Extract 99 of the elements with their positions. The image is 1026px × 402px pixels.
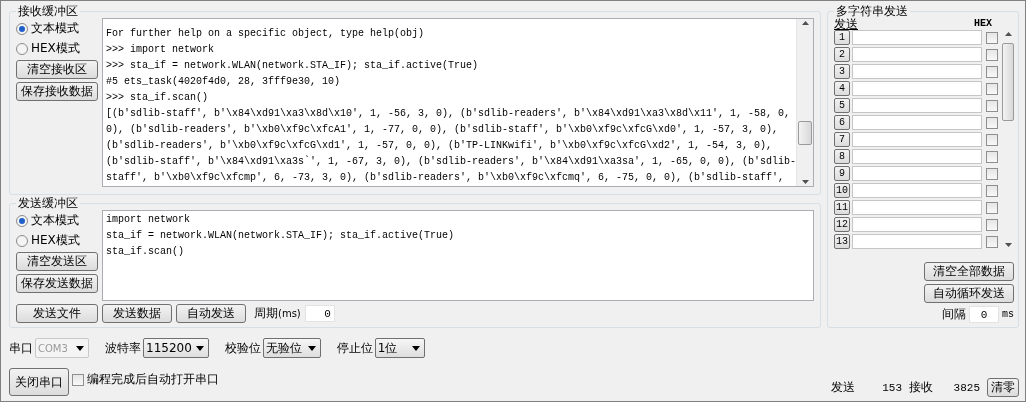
input-line: sta_if = network.WLAN(network.STA_IF); sta_if.active(True) <box>106 229 456 243</box>
scroll-up-icon[interactable] <box>1003 30 1013 39</box>
hex-checkbox[interactable] <box>986 184 998 197</box>
radio-option[interactable]: HEX模式 <box>16 40 98 57</box>
scrollbar-thumb[interactable] <box>1002 43 1014 121</box>
send-string-button[interactable]: 9 <box>834 166 850 181</box>
hex-checkbox[interactable] <box>986 235 998 248</box>
panel-button[interactable]: 清空全部数据 <box>924 262 1014 282</box>
string-field[interactable] <box>852 64 982 79</box>
setting-label: 波特率 <box>105 339 141 357</box>
string-field[interactable] <box>852 98 982 113</box>
send-string-button[interactable]: 12 <box>834 217 850 232</box>
panel-button[interactable]: 清空发送区 <box>16 252 98 271</box>
group-title: 多字符串发送 <box>835 5 909 18</box>
receive-text-area[interactable] <box>102 18 814 187</box>
send-string-button[interactable]: 11 <box>834 200 850 215</box>
send-string-button[interactable]: 6 <box>834 115 850 130</box>
hex-checkbox[interactable] <box>986 150 998 163</box>
string-field[interactable] <box>852 30 982 45</box>
output-line: #5 ets_task(4020f4d0, 28, 3fff9e30, 10) <box>106 75 342 89</box>
setting-dropdown[interactable]: 115200 <box>143 338 209 359</box>
hex-checkbox[interactable] <box>986 133 998 146</box>
send-string-button[interactable]: 5 <box>834 98 850 113</box>
output-line: >>> sta_if.scan() <box>106 91 210 105</box>
send-string-button[interactable]: 13 <box>834 234 850 249</box>
scroll-down-icon[interactable] <box>1003 240 1013 249</box>
clear-button[interactable]: 清零 <box>987 378 1019 397</box>
hex-checkbox[interactable] <box>986 201 998 214</box>
hex-checkbox[interactable] <box>986 82 998 95</box>
string-field[interactable] <box>852 166 982 181</box>
close-port-button[interactable]: 关闭串口 <box>9 368 69 397</box>
hex-checkbox[interactable] <box>986 167 998 180</box>
caret-icon <box>411 345 420 351</box>
hex-checkbox[interactable] <box>986 65 998 78</box>
output-line: >>> sta_if = network.WLAN(network.STA_IF); sta_if.active(True) <box>106 59 480 73</box>
send-string-button[interactable]: 3 <box>834 64 850 79</box>
column-header: 发送 <box>834 18 858 30</box>
action-button[interactable]: 发送文件 <box>16 304 98 324</box>
output-line: (b'sdlib-staff', b'\x84\xd91\xa3s`', 1, -67, 3, 0), (b'sdlib-readers', b'\x84\xd91\xa3sa', 1, -65, 0, 0), (b'sdlib- <box>106 154 794 169</box>
period-label: 周期(ms) <box>254 305 301 323</box>
column-header: HEX <box>974 18 992 30</box>
string-field[interactable] <box>852 132 982 147</box>
string-field[interactable] <box>852 200 982 215</box>
string-field[interactable] <box>852 234 982 249</box>
panel-button[interactable]: 自动循环发送 <box>924 284 1014 304</box>
caret-icon <box>195 345 204 351</box>
send-text-area[interactable]: import network sta_if = network.WLAN(network.STA_IF); sta_if.active(True) sta_if.scan() <box>102 210 814 302</box>
string-field[interactable] <box>852 81 982 96</box>
interval-label: 间隔 <box>942 306 966 324</box>
panel-button[interactable]: 清空接收区 <box>16 60 98 79</box>
hex-checkbox[interactable] <box>986 99 998 112</box>
setting-label: 串口 <box>9 339 33 357</box>
output-line: For further help on a specific object, type help(obj) <box>106 27 426 41</box>
setting-dropdown[interactable]: 无验位 <box>262 338 321 359</box>
send-string-button[interactable]: 8 <box>834 149 850 164</box>
interval-field[interactable]: 0 <box>969 306 999 324</box>
panel-button[interactable]: 保存接收数据 <box>16 82 98 101</box>
auto-open-checkbox[interactable]: 编程完成后自动打开串口 <box>72 371 219 389</box>
setting-label: 停止位 <box>336 339 373 357</box>
radio-option[interactable]: 文本模式 <box>16 212 98 229</box>
send-string-button[interactable]: 10 <box>834 183 850 198</box>
scroll-up-icon[interactable] <box>800 19 810 28</box>
hex-checkbox[interactable] <box>986 31 998 44</box>
output-line: >>> import network <box>106 43 216 57</box>
group-title: 发送缓冲区 <box>17 197 79 210</box>
string-field[interactable] <box>852 217 982 232</box>
output-line: (b'sdlib-readers', b'\xb0\xf9c\xfcG\xd1', 1, -57, 0, 0), (b'TP-LINKwifi', b'\xb0\xf9c\xfcG\xd2', 1, -54, 3, 0), <box>106 139 774 153</box>
action-button[interactable]: 发送数据 <box>102 304 172 324</box>
radio-option[interactable]: 文本模式 <box>16 20 98 37</box>
counter-label: 发送 <box>831 379 855 396</box>
caret-icon <box>307 345 316 351</box>
scrollbar-thumb[interactable] <box>798 120 812 145</box>
hex-checkbox[interactable] <box>986 218 998 231</box>
send-string-button[interactable]: 4 <box>834 81 850 96</box>
group-title: 接收缓冲区 <box>17 5 79 18</box>
output-line: 0), (b'sdlib-readers', b'\xb0\xf9c\xfcA1', 1, -77, 0, 0), (b'sdlib-staff', b'\xb0\xf9c\xfcG\xd0', 1, -57, 3, 0), <box>106 123 780 137</box>
output-line: staff', b'\xb0\xf9c\xfcmp', 6, -73, 3, 0), (b'sdlib-readers', b'\xb0\xf9c\xfcmq', 6, -75, 0, 0), (b'sdlib-staff', <box>106 171 786 185</box>
input-line: sta_if.scan() <box>106 245 185 259</box>
send-string-button[interactable]: 1 <box>834 30 850 45</box>
string-field[interactable] <box>852 47 982 62</box>
hex-checkbox[interactable] <box>986 48 998 61</box>
caret-icon <box>76 345 84 351</box>
scroll-down-icon[interactable] <box>800 177 810 186</box>
panel-button[interactable]: 保存发送数据 <box>16 274 98 293</box>
period-field[interactable]: 0 <box>304 305 335 323</box>
input-line: import network <box>106 213 191 227</box>
action-button[interactable]: 自动发送 <box>176 304 246 324</box>
radio-option[interactable]: HEX模式 <box>16 232 98 249</box>
send-string-button[interactable]: 2 <box>834 47 850 62</box>
setting-label: 校验位 <box>224 339 261 357</box>
string-field[interactable] <box>852 183 982 198</box>
hex-checkbox[interactable] <box>986 116 998 129</box>
send-string-button[interactable]: 7 <box>834 132 850 147</box>
string-field[interactable] <box>852 149 982 164</box>
counter-label: 接收 <box>909 379 933 396</box>
output-line: [(b'sdlib-staff', b'\x84\xd91\xa3\x8d\x10', 1, -56, 3, 0), (b'sdlib-readers', b'\x84\xd91\xa3\x8d\x11', 1, -58, 0, <box>106 107 792 121</box>
string-field[interactable] <box>852 115 982 130</box>
setting-dropdown[interactable]: 1位 <box>374 338 425 359</box>
interval-unit: ms <box>1002 309 1014 321</box>
